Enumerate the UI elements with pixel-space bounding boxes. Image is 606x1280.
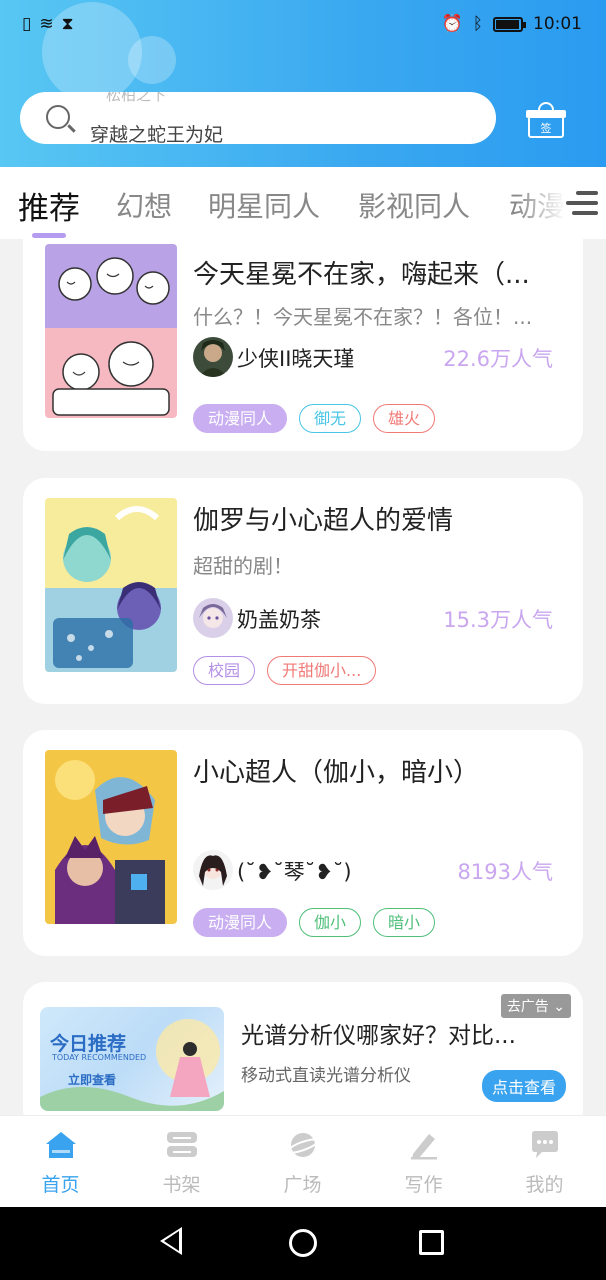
tag-list: 动漫同人 御无 雄火 [193,404,436,433]
bookshelf-icon [167,1132,197,1157]
author-name[interactable]: 奶盖奶茶 [237,604,321,634]
ad-image-subtitle: TODAY RECOMMENDED [52,1053,147,1062]
nav-profile[interactable]: 我的 [484,1116,605,1208]
chat-bubble-icon [532,1131,558,1158]
author-name[interactable]: (˘❥˘琴˘❥˘) [237,856,352,886]
story-feed[interactable]: 今天星冕不在家，嗨起来（... 什么？！今天星冕不在家？！各位！... 少侠II… [0,239,606,1115]
anime-cover-art [45,498,177,672]
tag[interactable]: 开甜伽小... [267,656,377,685]
remove-ad-button[interactable]: 去广告 ⌄ [500,994,571,1018]
anime-cover-art [45,750,177,924]
bluetooth-icon: ᛒ [472,14,483,34]
ad-view-button[interactable]: 点击查看 [481,1070,566,1102]
popularity-count: 15.3万人气 [443,608,553,632]
home-icon [46,1132,76,1158]
bottom-navigation: 首页 书架 广场 写作 我的 [0,1115,606,1207]
story-card[interactable]: 今天星冕不在家，嗨起来（... 什么？！今天星冕不在家？！各位！... 少侠II… [23,239,583,451]
nav-label: 我的 [525,1174,564,1196]
story-title[interactable]: 伽罗与小心超人的爱情 [193,500,573,537]
category-menu-icon[interactable] [566,189,598,217]
active-tab-indicator [32,233,66,238]
story-card[interactable]: 小心超人（伽小，暗小） (˘❥˘琴˘❥˘) 8193人气 动漫同人 伽小 暗小 [23,730,583,956]
ad-image[interactable]: 今日推荐 TODAY RECOMMENDED 立即查看 [40,1007,224,1111]
ad-card[interactable]: 今日推荐 TODAY RECOMMENDED 立即查看 光谱分析仪哪家好？对比.… [23,982,583,1115]
category-tabs: 推荐 幻想 明星同人 影视同人 动漫 [0,167,606,239]
battery-fill [496,19,520,29]
search-icon [46,105,70,129]
nav-bookshelf[interactable]: 书架 [121,1116,242,1208]
author-row: 奶盖奶茶 15.3万人气 [193,598,553,638]
author-row: (˘❥˘琴˘❥˘) 8193人气 [193,850,553,890]
sim-alert-icon: ▯ [22,14,32,34]
story-cover-image[interactable] [45,498,177,672]
tag[interactable]: 暗小 [373,908,436,937]
tag-list: 动漫同人 伽小 暗小 [193,908,436,937]
tab-recommend[interactable]: 推荐 [18,183,80,228]
nav-square[interactable]: 广场 [242,1116,363,1208]
tab-film-fanfic[interactable]: 影视同人 [358,185,470,225]
popularity-count: 22.6万人气 [443,347,553,371]
nav-label: 书架 [162,1174,201,1196]
recent-apps-icon[interactable] [419,1230,444,1255]
wifi-icon: ≋ [39,14,54,34]
author-avatar[interactable] [193,598,233,638]
tag[interactable]: 伽小 [299,908,362,937]
tag[interactable]: 校园 [193,656,256,685]
status-time: 10:01 [533,14,582,34]
story-title[interactable]: 小心超人（伽小，暗小） [193,752,573,789]
story-title[interactable]: 今天星冕不在家，嗨起来（... [193,254,573,291]
story-cover-image[interactable] [45,750,177,924]
pen-icon [411,1134,437,1160]
tab-fantasy[interactable]: 幻想 [116,185,172,225]
ad-title[interactable]: 光谱分析仪哪家好？对比... [241,1016,516,1050]
planet-icon [286,1133,320,1157]
author-avatar[interactable] [193,337,233,377]
author-name[interactable]: 少侠II晓天瑾 [237,343,354,373]
search-scroll-hint: 松柏之下 [106,92,167,104]
story-cover-image[interactable] [45,244,177,418]
nav-label: 写作 [404,1174,443,1196]
gift-sign-label: 签 [540,122,552,135]
status-bar: ▯ ≋ ⧗ ⏰ ᛒ 10:01 [0,12,606,40]
tag[interactable]: 动漫同人 [193,404,288,433]
story-description: 超甜的剧！ [193,554,293,578]
nav-label: 广场 [283,1174,322,1196]
story-card[interactable]: 伽罗与小心超人的爱情 超甜的剧！ 奶盖奶茶 15.3万人气 校园 开甜伽小... [23,478,583,704]
hourglass-icon: ⧗ [61,14,74,34]
tab-celebrity-fanfic[interactable]: 明星同人 [208,185,320,225]
home-button-icon[interactable] [289,1229,317,1257]
author-avatar[interactable] [193,850,233,890]
tag[interactable]: 御无 [299,404,362,433]
search-placeholder: 穿越之蛇王为妃 [90,124,224,144]
sign-in-gift-button[interactable]: 签 [526,102,566,138]
search-bar[interactable]: 松柏之下 穿越之蛇王为妃 [20,92,496,144]
app-header: ▯ ≋ ⧗ ⏰ ᛒ 10:01 松柏之下 穿越之蛇王为妃 签 [0,0,606,167]
author-row: 少侠II晓天瑾 22.6万人气 [193,337,553,377]
tag-list: 校园 开甜伽小... [193,656,377,685]
ad-image-title: 今日推荐 [50,1033,127,1055]
story-description: 什么？！今天星冕不在家？！各位！... [193,305,533,329]
back-icon[interactable] [160,1227,182,1255]
tag[interactable]: 雄火 [373,404,436,433]
nav-write[interactable]: 写作 [363,1116,484,1208]
manga-cover-art [45,244,177,418]
decorative-bubble [128,36,176,84]
tag[interactable]: 动漫同人 [193,908,288,937]
ad-image-cta: 立即查看 [68,1073,117,1087]
popularity-count: 8193人气 [457,860,553,884]
nav-home[interactable]: 首页 [0,1116,121,1208]
nav-label: 首页 [41,1174,80,1196]
system-navigation-bar [0,1207,606,1280]
alarm-icon: ⏰ [441,14,463,34]
ad-description: 移动式直读光谱分析仪 [241,1066,411,1086]
battery-icon [493,16,526,32]
